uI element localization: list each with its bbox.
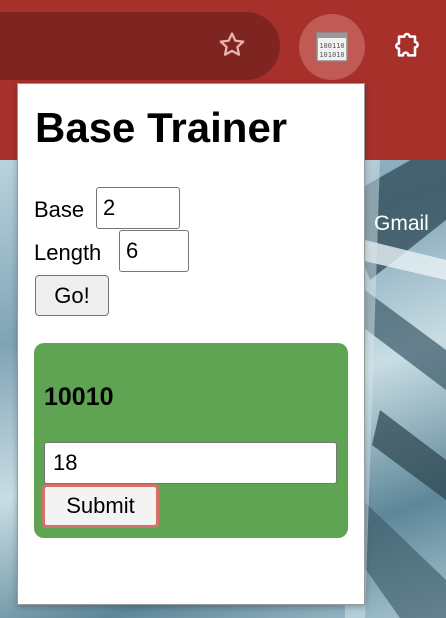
binary-code-icon: 100110 101010 (316, 32, 348, 62)
base-trainer-popup: Base Trainer Base Length Go! 10010 Submi… (17, 83, 365, 605)
svg-text:101010: 101010 (319, 51, 344, 59)
answer-input[interactable] (44, 442, 337, 484)
svg-text:100110: 100110 (319, 42, 344, 50)
gmail-link[interactable]: Gmail (374, 212, 429, 236)
page-title: Base Trainer (35, 104, 288, 151)
base-label: Base (34, 197, 85, 222)
star-icon[interactable] (212, 25, 252, 65)
base-trainer-extension-button[interactable]: 100110 101010 (299, 14, 365, 80)
challenge-card: 10010 Submit (34, 343, 348, 538)
challenge-number: 10010 (44, 383, 114, 411)
length-input[interactable] (119, 230, 189, 272)
puzzle-icon[interactable] (375, 14, 439, 78)
submit-button[interactable]: Submit (42, 484, 159, 528)
length-label: Length (34, 240, 102, 265)
go-button[interactable]: Go! (35, 275, 109, 316)
base-input[interactable] (96, 187, 180, 229)
